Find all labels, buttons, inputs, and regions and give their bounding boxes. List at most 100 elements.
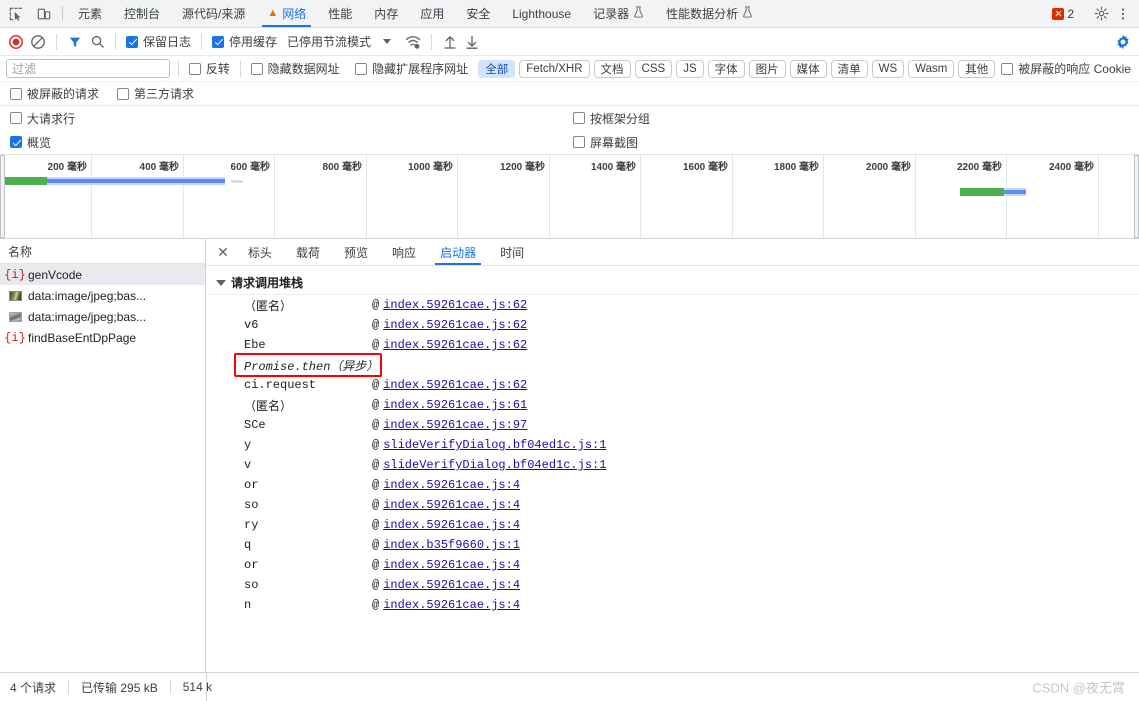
big-request-rows-checkbox[interactable]: 大请求行	[8, 110, 77, 127]
type-chip-ws[interactable]: WS	[871, 59, 905, 78]
call-stack-row[interactable]: y @ slideVerifyDialog.bf04ed1c.js:1	[206, 435, 1139, 455]
overview-label: 概览	[27, 135, 52, 150]
blocked-requests-checkbox[interactable]: 被屏蔽的请求	[8, 85, 101, 102]
stack-source-link[interactable]: slideVerifyDialog.bf04ed1c.js:1	[383, 438, 606, 452]
settings-gear-icon[interactable]	[1091, 4, 1111, 24]
type-chip-font[interactable]: 字体	[707, 59, 745, 78]
tab-console[interactable]: 控制台	[113, 0, 171, 27]
export-har-button[interactable]	[462, 32, 482, 52]
stack-source-link[interactable]: index.59261cae.js:61	[383, 398, 527, 412]
request-row[interactable]: data:image/jpeg;bas...	[0, 285, 205, 306]
call-stack-row[interactable]: or @ index.59261cae.js:4	[206, 475, 1139, 495]
hide-data-urls-checkbox[interactable]: 隐藏数据网址	[249, 60, 342, 77]
call-stack-row[interactable]: Promise.then（异步）	[206, 353, 1139, 377]
type-chip-media[interactable]: 媒体	[789, 59, 827, 78]
request-row[interactable]: {i} genVcode	[0, 264, 205, 285]
call-stack-row[interactable]: ci.request @ index.59261cae.js:62	[206, 375, 1139, 395]
stack-source-link[interactable]: index.59261cae.js:4	[383, 498, 520, 512]
search-icon[interactable]	[87, 32, 107, 52]
stack-at-symbol: @	[372, 598, 380, 612]
type-chip-all[interactable]: 全部	[478, 59, 516, 78]
stack-source-link[interactable]: index.59261cae.js:4	[383, 578, 520, 592]
overview-checkbox[interactable]: 概览	[8, 134, 53, 151]
stack-source-link[interactable]: index.59261cae.js:62	[383, 338, 527, 352]
call-stack-row[interactable]: or @ index.59261cae.js:4	[206, 555, 1139, 575]
overview-left-handle[interactable]	[0, 155, 5, 238]
overview-right-handle[interactable]	[1134, 155, 1139, 238]
tab-sources[interactable]: 源代码/来源	[171, 0, 256, 27]
inspect-element-icon[interactable]	[6, 4, 26, 24]
detail-tab-timing[interactable]: 时间	[488, 239, 536, 265]
preserve-log-checkbox[interactable]: 保留日志	[124, 33, 193, 50]
detail-tab-response[interactable]: 响应	[380, 239, 428, 265]
tab-performance[interactable]: 性能	[317, 0, 363, 27]
stack-source-link[interactable]: index.59261cae.js:4	[383, 478, 520, 492]
error-count-badge[interactable]: 2	[1048, 7, 1078, 21]
request-row[interactable]: {i} findBaseEntDpPage	[0, 327, 205, 348]
import-har-button[interactable]	[440, 32, 460, 52]
capture-screenshots-checkbox[interactable]: 屏幕截图	[571, 134, 1131, 151]
call-stack-row[interactable]: （匿名） @ index.59261cae.js:62	[206, 295, 1139, 315]
type-chip-other[interactable]: 其他	[958, 59, 996, 78]
detail-tab-preview[interactable]: 预览	[332, 239, 380, 265]
request-call-stack-header[interactable]: 请求调用堆栈	[206, 271, 1139, 295]
stack-source-link[interactable]: index.59261cae.js:97	[383, 418, 527, 432]
tab-network[interactable]: ▲ 网络	[256, 0, 317, 27]
stack-source-link[interactable]: index.59261cae.js:4	[383, 598, 520, 612]
record-button[interactable]	[6, 32, 26, 52]
blocked-cookies-checkbox[interactable]: 被屏蔽的响应 Cookie	[999, 60, 1133, 77]
stack-source-link[interactable]: slideVerifyDialog.bf04ed1c.js:1	[383, 458, 606, 472]
detail-tab-headers[interactable]: 标头	[236, 239, 284, 265]
network-settings-icon[interactable]	[1115, 34, 1131, 50]
invert-checkbox[interactable]: 反转	[187, 60, 232, 77]
type-chip-js[interactable]: JS	[676, 59, 704, 78]
disable-cache-checkbox[interactable]: 停用缓存	[210, 33, 279, 50]
detail-tab-initiator[interactable]: 启动器	[428, 239, 488, 265]
type-chip-doc[interactable]: 文档	[593, 59, 631, 78]
chevron-down-icon[interactable]	[383, 39, 392, 44]
call-stack-row[interactable]: v6 @ index.59261cae.js:62	[206, 315, 1139, 335]
network-overview-timeline[interactable]: 200 毫秒 400 毫秒 600 毫秒 800 毫秒 1000 毫秒 1200 毫秒 14…	[0, 155, 1139, 239]
tab-security[interactable]: 安全	[455, 0, 501, 27]
stack-source-link[interactable]: index.59261cae.js:4	[383, 518, 520, 532]
call-stack-row[interactable]: SCe @ index.59261cae.js:97	[206, 415, 1139, 435]
call-stack-row[interactable]: v @ slideVerifyDialog.bf04ed1c.js:1	[206, 455, 1139, 475]
type-chip-fetch-xhr[interactable]: Fetch/XHR	[519, 59, 590, 78]
call-stack-row[interactable]: （匿名） @ index.59261cae.js:61	[206, 395, 1139, 415]
type-chip-img[interactable]: 图片	[748, 59, 786, 78]
group-by-frame-checkbox[interactable]: 按框架分组	[571, 110, 1131, 127]
network-conditions-icon[interactable]	[403, 32, 423, 52]
hide-extension-urls-checkbox[interactable]: 隐藏扩展程序网址	[353, 60, 470, 77]
type-chip-wasm[interactable]: Wasm	[908, 59, 955, 78]
clear-button[interactable]	[28, 32, 48, 52]
request-row[interactable]: data:image/jpeg;bas...	[0, 306, 205, 327]
call-stack-row[interactable]: so @ index.59261cae.js:4	[206, 495, 1139, 515]
call-stack-row[interactable]: q @ index.b35f9660.js:1	[206, 535, 1139, 555]
tab-memory[interactable]: 内存	[363, 0, 409, 27]
filter-toggle-icon[interactable]	[65, 32, 85, 52]
tab-recorder[interactable]: 记录器	[582, 0, 655, 27]
stack-source-link[interactable]: index.59261cae.js:4	[383, 558, 520, 572]
filter-input[interactable]	[6, 59, 170, 78]
call-stack-row[interactable]: Ebe @ index.59261cae.js:62	[206, 335, 1139, 355]
stack-source-link[interactable]: index.59261cae.js:62	[383, 378, 527, 392]
device-toolbar-icon[interactable]	[34, 4, 54, 24]
call-stack-row[interactable]: n @ index.59261cae.js:4	[206, 595, 1139, 615]
throttling-value[interactable]: 已停用节流模式	[287, 33, 371, 50]
request-list-header[interactable]: 名称	[0, 239, 205, 264]
tab-elements[interactable]: 元素	[67, 0, 113, 27]
stack-source-link[interactable]: index.59261cae.js:62	[383, 298, 527, 312]
stack-source-link[interactable]: index.b35f9660.js:1	[383, 538, 520, 552]
close-icon[interactable]: ✕	[210, 239, 236, 265]
type-chip-css[interactable]: CSS	[634, 59, 673, 78]
third-party-requests-checkbox[interactable]: 第三方请求	[115, 85, 196, 102]
detail-tab-payload[interactable]: 载荷	[284, 239, 332, 265]
call-stack-row[interactable]: so @ index.59261cae.js:4	[206, 575, 1139, 595]
type-chip-manifest[interactable]: 清单	[830, 59, 868, 78]
stack-source-link[interactable]: index.59261cae.js:62	[383, 318, 527, 332]
more-options-icon[interactable]	[1113, 4, 1133, 24]
tab-lighthouse[interactable]: Lighthouse	[501, 0, 582, 27]
call-stack-row[interactable]: ry @ index.59261cae.js:4	[206, 515, 1139, 535]
tab-application[interactable]: 应用	[409, 0, 455, 27]
tab-performance-insights[interactable]: 性能数据分析	[655, 0, 764, 27]
